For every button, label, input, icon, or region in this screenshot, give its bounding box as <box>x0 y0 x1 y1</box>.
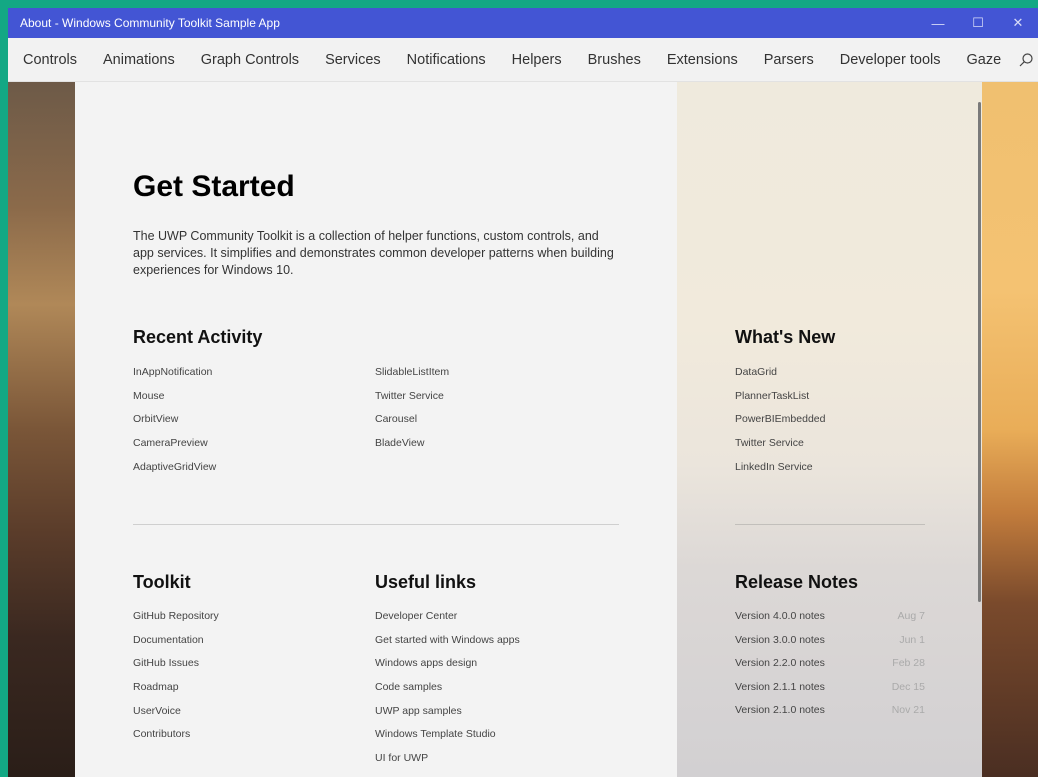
nav-helpers[interactable]: Helpers <box>499 52 575 68</box>
toolkit-link[interactable]: UserVoice <box>133 704 219 728</box>
nav-controls[interactable]: Controls <box>8 52 90 68</box>
recent-item[interactable]: Carousel <box>375 412 449 436</box>
minimize-button[interactable]: — <box>918 8 958 38</box>
release-date: Nov 21 <box>891 704 925 716</box>
release-row[interactable]: Version 4.0.0 notes Aug 7 <box>735 609 925 633</box>
release-name[interactable]: Version 2.1.0 notes <box>735 703 825 727</box>
top-nav: Controls Animations Graph Controls Servi… <box>8 38 1038 82</box>
nav-extensions[interactable]: Extensions <box>654 52 751 68</box>
nav-animations[interactable]: Animations <box>90 52 188 68</box>
maximize-button[interactable]: ☐ <box>958 8 998 38</box>
recent-activity-heading: Recent Activity <box>133 327 263 347</box>
intro-text: The UWP Community Toolkit is a collectio… <box>133 229 614 277</box>
scrollbar[interactable] <box>978 102 981 602</box>
toolkit-link[interactable]: Documentation <box>133 633 219 657</box>
release-name[interactable]: Version 2.1.1 notes <box>735 680 825 704</box>
release-date: Feb 28 <box>892 657 925 669</box>
nav-gaze[interactable]: Gaze <box>953 52 1014 68</box>
recent-item[interactable]: Twitter Service <box>375 389 449 413</box>
useful-link[interactable]: Windows apps design <box>375 656 520 680</box>
close-button[interactable]: ✕ <box>998 8 1038 38</box>
whats-new-item[interactable]: PlannerTaskList <box>735 389 825 413</box>
useful-link[interactable]: UWP app samples <box>375 704 520 728</box>
nav-notifications[interactable]: Notifications <box>394 52 499 68</box>
recent-item[interactable]: Mouse <box>133 389 216 413</box>
section-divider <box>133 524 619 525</box>
useful-link[interactable]: Developer Center <box>375 609 520 633</box>
release-notes-list: Version 4.0.0 notes Aug 7 Version 3.0.0 … <box>735 609 925 727</box>
recent-item[interactable]: SlidableListItem <box>375 365 449 389</box>
recent-item[interactable]: AdaptiveGridView <box>133 460 216 484</box>
useful-link[interactable]: Code samples <box>375 680 520 704</box>
background-image-right <box>981 82 1038 777</box>
toolkit-link[interactable]: GitHub Issues <box>133 656 219 680</box>
whats-new-item[interactable]: PowerBIEmbedded <box>735 412 825 436</box>
page-title: Get Started <box>133 170 295 203</box>
window-title: About - Windows Community Toolkit Sample… <box>20 16 280 30</box>
release-row[interactable]: Version 3.0.0 notes Jun 1 <box>735 633 925 657</box>
recent-activity-list-1: InAppNotification Mouse OrbitView Camera… <box>133 365 216 483</box>
useful-link[interactable]: Get started with Windows apps <box>375 633 520 657</box>
search-icon[interactable] <box>1018 46 1034 74</box>
recent-item[interactable]: OrbitView <box>133 412 216 436</box>
release-name[interactable]: Version 4.0.0 notes <box>735 609 825 633</box>
toolkit-heading: Toolkit <box>133 572 191 592</box>
release-name[interactable]: Version 2.2.0 notes <box>735 656 825 680</box>
whats-new-item[interactable]: LinkedIn Service <box>735 460 825 484</box>
recent-item[interactable]: BladeView <box>375 436 449 460</box>
release-row[interactable]: Version 2.2.0 notes Feb 28 <box>735 656 925 680</box>
nav-developer-tools[interactable]: Developer tools <box>827 52 954 68</box>
nav-services[interactable]: Services <box>312 52 394 68</box>
whats-new-heading: What's New <box>735 327 836 347</box>
title-bar[interactable]: About - Windows Community Toolkit Sample… <box>8 8 1038 38</box>
recent-item[interactable]: InAppNotification <box>133 365 216 389</box>
release-row[interactable]: Version 2.1.1 notes Dec 15 <box>735 680 925 704</box>
toolkit-links: GitHub Repository Documentation GitHub I… <box>133 609 219 751</box>
whats-new-item[interactable]: Twitter Service <box>735 436 825 460</box>
useful-link[interactable]: Windows Template Studio <box>375 727 520 751</box>
release-row[interactable]: Version 2.1.0 notes Nov 21 <box>735 703 925 727</box>
release-name[interactable]: Version 3.0.0 notes <box>735 633 825 657</box>
side-panel: What's New DataGrid PlannerTaskList Powe… <box>677 82 982 777</box>
release-date: Aug 7 <box>897 610 925 622</box>
whats-new-item[interactable]: DataGrid <box>735 365 825 389</box>
app-window: About - Windows Community Toolkit Sample… <box>8 8 1038 777</box>
toolkit-link[interactable]: Roadmap <box>133 680 219 704</box>
release-notes-heading: Release Notes <box>735 572 859 592</box>
toolkit-link[interactable]: GitHub Repository <box>133 609 219 633</box>
useful-links: Developer Center Get started with Window… <box>375 609 520 775</box>
recent-item[interactable]: CameraPreview <box>133 436 216 460</box>
release-date: Dec 15 <box>891 680 925 693</box>
whats-new-list: DataGrid PlannerTaskList PowerBIEmbedded… <box>735 365 825 483</box>
release-date: Jun 1 <box>899 633 925 646</box>
background-image-left <box>8 82 75 777</box>
content-area: Get Started The UWP Community Toolkit is… <box>8 82 1038 777</box>
nav-parsers[interactable]: Parsers <box>751 52 827 68</box>
useful-link[interactable]: UI for UWP <box>375 751 520 775</box>
nav-graph-controls[interactable]: Graph Controls <box>188 52 312 68</box>
toolkit-link[interactable]: Contributors <box>133 727 219 751</box>
nav-brushes[interactable]: Brushes <box>575 52 654 68</box>
main-panel: Get Started The UWP Community Toolkit is… <box>75 82 677 777</box>
useful-links-heading: Useful links <box>375 572 477 592</box>
side-divider <box>735 524 925 525</box>
recent-activity-list-2: SlidableListItem Twitter Service Carouse… <box>375 365 449 460</box>
